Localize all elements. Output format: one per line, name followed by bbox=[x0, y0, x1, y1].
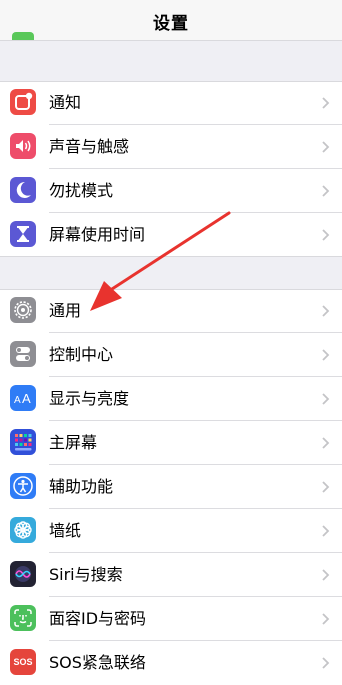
settings-row-screen-time[interactable]: 屏幕使用时间 bbox=[0, 213, 342, 257]
settings-row-label: 屏幕使用时间 bbox=[49, 225, 146, 244]
settings-row-label: 勿扰模式 bbox=[49, 181, 114, 200]
page-title: 设置 bbox=[153, 14, 189, 34]
chevron-right-icon bbox=[322, 393, 330, 405]
settings-row-label: Siri与搜索 bbox=[49, 565, 123, 584]
settings-row-label: 面容ID与密码 bbox=[49, 609, 147, 628]
settings-row-label: SOS紧急联络 bbox=[49, 653, 146, 672]
settings-row-control-center[interactable]: 控制中心 bbox=[0, 333, 342, 377]
svg-text:A: A bbox=[14, 395, 21, 406]
chevron-right-icon bbox=[322, 97, 330, 109]
settings-row-label: 通用 bbox=[49, 301, 82, 320]
chevron-right-icon bbox=[322, 141, 330, 153]
chevron-right-icon bbox=[322, 349, 330, 361]
chevron-right-icon bbox=[322, 305, 330, 317]
settings-row-notifications[interactable]: 通知 bbox=[0, 81, 342, 125]
settings-row-emergency-sos[interactable]: SOS SOS紧急联络 bbox=[0, 641, 342, 685]
chevron-right-icon bbox=[322, 229, 330, 241]
home-grid-icon bbox=[10, 429, 36, 455]
settings-row-general[interactable]: 通用 bbox=[0, 289, 342, 333]
chevron-right-icon bbox=[322, 437, 330, 449]
sound-icon bbox=[10, 133, 36, 159]
chevron-right-icon bbox=[322, 185, 330, 197]
gear-icon bbox=[10, 297, 36, 323]
settings-group-1: 通知 声音与触感 勿扰模式 屏幕使用时间 bbox=[0, 81, 342, 257]
settings-row-sound[interactable]: 声音与触感 bbox=[0, 125, 342, 169]
flower-icon bbox=[10, 517, 36, 543]
svg-text:A: A bbox=[22, 391, 31, 406]
hourglass-icon bbox=[10, 221, 36, 247]
settings-row-home-screen[interactable]: 主屏幕 bbox=[0, 421, 342, 465]
sos-icon-text: SOS bbox=[13, 657, 33, 667]
settings-group-2: 通用 控制中心 AA 显示与亮度 主屏幕 辅助功能 墙纸 Siri与搜索 面容I… bbox=[0, 289, 342, 685]
moon-icon bbox=[10, 177, 36, 203]
text-size-icon: AA bbox=[10, 385, 36, 411]
chevron-right-icon bbox=[322, 657, 330, 669]
toggles-icon bbox=[10, 341, 36, 367]
chevron-right-icon bbox=[322, 569, 330, 581]
face-id-icon bbox=[10, 605, 36, 631]
chevron-right-icon bbox=[322, 613, 330, 625]
sos-icon: SOS bbox=[10, 649, 36, 675]
settings-row-wallpaper[interactable]: 墙纸 bbox=[0, 509, 342, 553]
settings-row-label: 主屏幕 bbox=[49, 433, 98, 452]
settings-row-siri-search[interactable]: Siri与搜索 bbox=[0, 553, 342, 597]
settings-row-display-brightness[interactable]: AA 显示与亮度 bbox=[0, 377, 342, 421]
chevron-right-icon bbox=[322, 481, 330, 493]
navigation-bar: 设置 bbox=[0, 0, 342, 41]
settings-row-accessibility[interactable]: 辅助功能 bbox=[0, 465, 342, 509]
chevron-right-icon bbox=[322, 525, 330, 537]
settings-row-label: 显示与亮度 bbox=[49, 389, 130, 408]
settings-row-label: 辅助功能 bbox=[49, 477, 114, 496]
siri-icon bbox=[10, 561, 36, 587]
settings-row-label: 墙纸 bbox=[49, 521, 82, 540]
settings-row-label: 控制中心 bbox=[49, 345, 114, 364]
settings-row-face-id[interactable]: 面容ID与密码 bbox=[0, 597, 342, 641]
settings-row-label: 声音与触感 bbox=[49, 137, 130, 156]
notifications-icon bbox=[10, 89, 36, 115]
settings-row-label: 通知 bbox=[49, 93, 82, 112]
settings-row-do-not-disturb[interactable]: 勿扰模式 bbox=[0, 169, 342, 213]
accessibility-icon bbox=[10, 473, 36, 499]
